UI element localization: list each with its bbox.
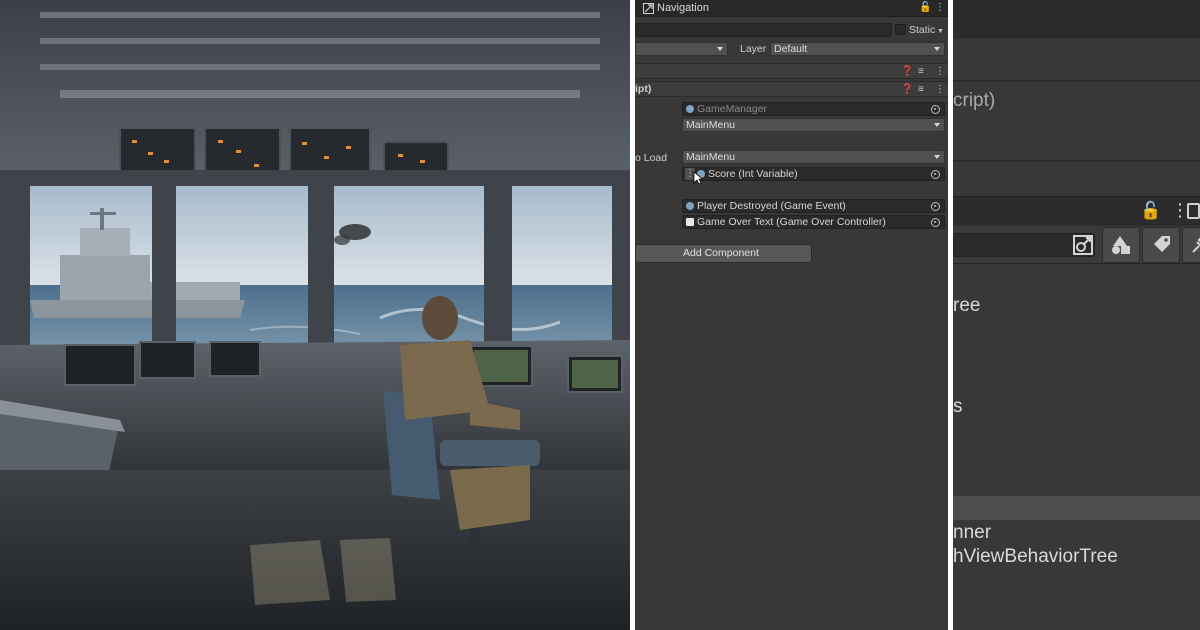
script-file-icon	[686, 218, 694, 226]
shapes-filter-button[interactable]	[1102, 227, 1140, 263]
mouse-cursor-icon	[693, 171, 703, 185]
kebab-menu-icon[interactable]: ⋮	[935, 2, 945, 14]
open-window-icon[interactable]	[1072, 234, 1094, 256]
tab-navigation[interactable]: Navigation	[657, 2, 709, 14]
object-picker-icon[interactable]	[931, 202, 940, 211]
scene-dropdown[interactable]: MainMenu	[682, 118, 945, 132]
scene-dropdown-value: MainMenu	[686, 119, 736, 131]
zoom-top-bar	[953, 0, 1200, 38]
caret-down-icon	[717, 47, 723, 51]
layer-value: Default	[774, 43, 808, 55]
kebab-menu-icon[interactable]: ⋮	[935, 84, 945, 96]
score-object-field[interactable]: ⋮ Score (Int Variable)	[682, 167, 945, 181]
ship-bridge-illustration	[0, 0, 630, 630]
component-header-script[interactable]: ipt) ❓ ≡ ⋮	[635, 81, 948, 97]
caret-down-icon	[934, 47, 940, 51]
list-item-fragment[interactable]: s	[953, 396, 963, 418]
component-header-transform[interactable]: ❓ ≡ ⋮	[635, 63, 948, 79]
add-component-button[interactable]: Add Component	[635, 244, 812, 263]
runner-item-fragment[interactable]: nner	[953, 522, 991, 544]
navigation-icon	[643, 3, 654, 14]
object-picker-icon[interactable]	[931, 170, 940, 179]
tag-filter-button[interactable]	[1142, 227, 1180, 263]
game-over-text-value: Game Over Text (Game Over Controller)	[697, 216, 886, 228]
selected-row-highlight[interactable]	[953, 496, 1200, 520]
lock-icon[interactable]: 🔓	[919, 2, 931, 14]
script-component-title: ipt)	[635, 83, 652, 95]
static-dropdown-caret-icon[interactable]: ▼	[937, 26, 944, 38]
help-icon[interactable]: ❓	[901, 84, 913, 96]
tag-icon	[1154, 236, 1170, 252]
pin-icon	[1192, 237, 1200, 253]
scene-to-load-value: MainMenu	[686, 151, 736, 163]
zoom-separator	[953, 160, 1200, 162]
zoomed-editor-panel: cript) 🔓 ⋮ ree s nner hViewBehaviorTree	[953, 0, 1200, 630]
script-icon	[686, 105, 694, 113]
help-icon[interactable]: ❓	[901, 66, 913, 78]
caret-down-icon	[934, 155, 940, 159]
tag-dropdown[interactable]	[635, 42, 728, 56]
scene-to-load-label: o Load	[635, 152, 668, 164]
layer-label: Layer	[740, 43, 767, 55]
script-header-fragment: cript)	[953, 90, 996, 111]
game-event-icon	[686, 202, 694, 210]
kebab-menu-icon[interactable]: ⋮	[935, 66, 945, 78]
maximize-icon[interactable]	[1187, 203, 1200, 219]
behavior-tree-item-fragment[interactable]: hViewBehaviorTree	[953, 546, 1118, 568]
preset-icon[interactable]: ≡	[918, 66, 924, 78]
object-name-field[interactable]	[635, 23, 892, 37]
game-over-text-field[interactable]: Game Over Text (Game Over Controller)	[682, 215, 945, 229]
score-field-value: Score (Int Variable)	[708, 168, 798, 180]
tree-item-fragment[interactable]: ree	[953, 295, 980, 317]
caret-down-icon	[934, 123, 940, 127]
script-object-field: GameManager	[682, 102, 945, 116]
preset-icon[interactable]: ≡	[918, 84, 924, 96]
pin-filter-button[interactable]	[1182, 227, 1200, 263]
shapes-icon	[1112, 236, 1130, 254]
layer-dropdown[interactable]: Default	[770, 42, 945, 56]
scene-to-load-dropdown[interactable]: MainMenu	[682, 150, 945, 164]
zoom-window-tab-bar: 🔓 ⋮	[953, 196, 1200, 226]
object-picker-icon[interactable]	[931, 218, 940, 227]
inspector-panel: Navigation 🔓 ⋮ Static ▼ Layer Default ❓ …	[635, 0, 948, 630]
script-field-value: GameManager	[697, 103, 768, 115]
zoom-separator	[953, 80, 1200, 82]
inspector-tab-bar: Navigation 🔓 ⋮	[635, 0, 948, 17]
lock-icon[interactable]: 🔓	[1140, 201, 1161, 221]
static-label: Static	[909, 24, 936, 36]
player-destroyed-field[interactable]: Player Destroyed (Game Event)	[682, 199, 945, 213]
static-checkbox[interactable]	[895, 24, 906, 35]
player-destroyed-value: Player Destroyed (Game Event)	[697, 200, 846, 212]
object-picker-icon	[931, 105, 940, 114]
